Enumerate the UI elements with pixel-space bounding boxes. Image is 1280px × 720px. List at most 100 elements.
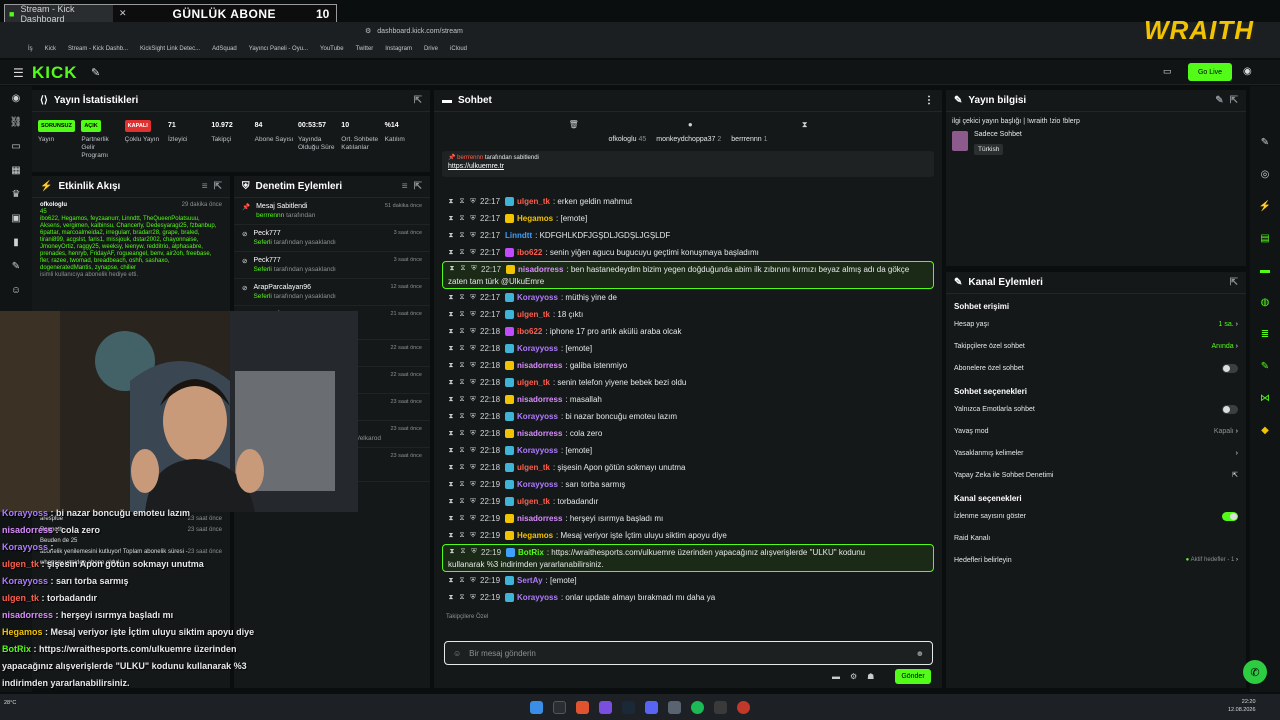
- delete-icon[interactable]: ⛨: [469, 215, 477, 223]
- chat-username[interactable]: ulgen_tk: [517, 497, 550, 506]
- ban-icon[interactable]: ⧖: [458, 498, 466, 506]
- timeout-icon[interactable]: ⧗: [447, 396, 455, 404]
- timeout-icon[interactable]: ⧗: [447, 594, 455, 602]
- gear-icon[interactable]: ⚙: [850, 672, 857, 681]
- popout-icon[interactable]: ⇱: [1230, 95, 1238, 106]
- target-icon[interactable]: ◎: [1250, 158, 1280, 190]
- chat-username[interactable]: Hegamos: [517, 531, 553, 540]
- trash-icon[interactable]: 🗑: [569, 120, 579, 130]
- hourglass-icon[interactable]: ⧗: [802, 120, 808, 130]
- list-icon[interactable]: ≣: [1250, 318, 1280, 350]
- bookmark-item[interactable]: Kick: [45, 46, 56, 52]
- go-live-button[interactable]: Go Live: [1188, 63, 1232, 81]
- chat-username[interactable]: nisadorress: [517, 361, 562, 370]
- edit-icon[interactable]: ✎: [1250, 126, 1280, 158]
- timeout-icon[interactable]: ⧗: [447, 215, 455, 223]
- timeout-icon[interactable]: ⧗: [447, 430, 455, 438]
- chat-username[interactable]: ulgen_tk: [517, 463, 550, 472]
- chat-username[interactable]: ulgen_tk: [517, 378, 550, 387]
- moderation-item[interactable]: 📌 Mesaj Sabitlendi berrrennn tarafından 51 …: [234, 198, 430, 225]
- bookmark-item[interactable]: iCloud: [450, 46, 467, 52]
- timeout-icon[interactable]: ⧗: [447, 362, 455, 370]
- slow-mode-row[interactable]: Yavaş mod Kapalı ›: [946, 420, 1246, 442]
- chat-username[interactable]: nisadorress: [518, 265, 563, 274]
- moderation-item[interactable]: ⊘ Peck777 Seferli tarafından yasaklandı 3 s…: [234, 252, 430, 279]
- clipboard-icon[interactable]: ▤: [1250, 222, 1280, 254]
- delete-icon[interactable]: ⛨: [469, 294, 477, 302]
- ban-icon[interactable]: ⧖: [458, 198, 466, 206]
- delete-icon[interactable]: ⛨: [469, 396, 477, 404]
- ban-icon[interactable]: ⧖: [458, 345, 466, 353]
- bookmark-item[interactable]: Instagram: [385, 46, 412, 52]
- chat-username[interactable]: Korayyoss: [517, 412, 558, 421]
- delete-icon[interactable]: ⛨: [470, 265, 478, 273]
- timeout-icon[interactable]: ⧗: [447, 577, 455, 585]
- profile-icon[interactable]: ◉: [1243, 66, 1252, 77]
- spotify-icon[interactable]: [691, 700, 704, 714]
- popout-icon[interactable]: ⇱: [414, 95, 422, 106]
- delete-icon[interactable]: ⛨: [469, 532, 477, 540]
- delete-icon[interactable]: ⛨: [469, 430, 477, 438]
- analytics-icon[interactable]: ▮: [0, 230, 32, 254]
- timeout-icon[interactable]: ⧗: [447, 328, 455, 336]
- ban-icon[interactable]: ⧖: [458, 215, 466, 223]
- delete-icon[interactable]: ⛨: [469, 577, 477, 585]
- moderation-item[interactable]: ⊘ Peck777 Seferli tarafından yasaklandı 3 s…: [234, 225, 430, 252]
- ban-icon[interactable]: ⧖: [458, 249, 466, 257]
- robot-icon[interactable]: ☗: [867, 672, 874, 681]
- emote-icon[interactable]: ☻: [916, 649, 924, 658]
- ban-icon[interactable]: ⧖: [459, 265, 467, 273]
- diamond-icon[interactable]: ◆: [1250, 414, 1280, 446]
- browser-tab[interactable]: ■ Stream - Kick Dashboard: [5, 4, 113, 24]
- timeout-icon[interactable]: ⧗: [448, 548, 456, 556]
- pinned-link[interactable]: https://ulkuemre.tr: [448, 163, 928, 170]
- delete-icon[interactable]: ⛨: [469, 594, 477, 602]
- delete-icon[interactable]: ⛨: [469, 362, 477, 370]
- edit-icon[interactable]: ✎: [1215, 95, 1223, 106]
- address-bar[interactable]: ⚙ dashboard.kick.com/stream: [365, 24, 905, 38]
- link-icon[interactable]: ⛓: [0, 110, 32, 134]
- broadcast-icon[interactable]: ◉: [0, 86, 32, 110]
- timeout-icon[interactable]: ⧗: [447, 498, 455, 506]
- chat-placeholder[interactable]: Bir mesaj gönderin: [469, 649, 907, 658]
- chat-username[interactable]: nisadorress: [517, 514, 562, 523]
- calendar-icon[interactable]: ▦: [0, 158, 32, 182]
- delete-icon[interactable]: ⛨: [470, 548, 478, 556]
- timeout-icon[interactable]: ⧗: [447, 294, 455, 302]
- trophy-icon[interactable]: ♛: [0, 182, 32, 206]
- chat-username[interactable]: BotRix: [518, 548, 544, 557]
- filter-icon[interactable]: ≡: [202, 181, 208, 192]
- chat-username[interactable]: nisadorress: [517, 429, 562, 438]
- raid-row[interactable]: Raid Kanalı: [946, 527, 1246, 549]
- site-settings-icon[interactable]: ⚙: [365, 27, 371, 35]
- overlay-close-icon[interactable]: ✕: [113, 8, 133, 19]
- chat-username[interactable]: SertAy: [517, 576, 543, 585]
- timeout-icon[interactable]: ⧗: [447, 464, 455, 472]
- delete-icon[interactable]: ⛨: [469, 464, 477, 472]
- media-icon[interactable]: ▣: [0, 206, 32, 230]
- chat-username[interactable]: Linndtt: [505, 231, 532, 240]
- chat-username[interactable]: Korayyoss: [517, 446, 558, 455]
- chat-settings-icon[interactable]: ▬: [832, 672, 840, 681]
- discord-icon[interactable]: [645, 700, 658, 714]
- timeout-icon[interactable]: ⧗: [447, 413, 455, 421]
- show-viewers-toggle[interactable]: [1222, 511, 1238, 521]
- brave-icon[interactable]: [576, 700, 589, 714]
- chat-username[interactable]: Korayyoss: [517, 480, 558, 489]
- emoji-icon[interactable]: ☺: [453, 649, 461, 658]
- ban-icon[interactable]: ⧖: [458, 328, 466, 336]
- chat-username[interactable]: ibo622: [517, 327, 542, 336]
- support-chat-icon[interactable]: ✆: [1243, 660, 1267, 684]
- video-icon[interactable]: ▭: [0, 134, 32, 158]
- settings-icon[interactable]: [714, 700, 727, 714]
- ban-icon[interactable]: ⧖: [458, 294, 466, 302]
- timeout-icon[interactable]: ⧗: [447, 232, 455, 240]
- steam-icon[interactable]: [622, 700, 635, 714]
- delete-icon[interactable]: ⛨: [469, 515, 477, 523]
- chat-username[interactable]: Hegamos: [517, 214, 553, 223]
- chat-username[interactable]: Korayyoss: [517, 344, 558, 353]
- chrome-icon[interactable]: [737, 700, 750, 714]
- bolt-icon[interactable]: ⚡: [1250, 190, 1280, 222]
- bookmark-item[interactable]: YouTube: [320, 46, 344, 52]
- bookmark-item[interactable]: Stream - Kick Dashb...: [68, 46, 128, 52]
